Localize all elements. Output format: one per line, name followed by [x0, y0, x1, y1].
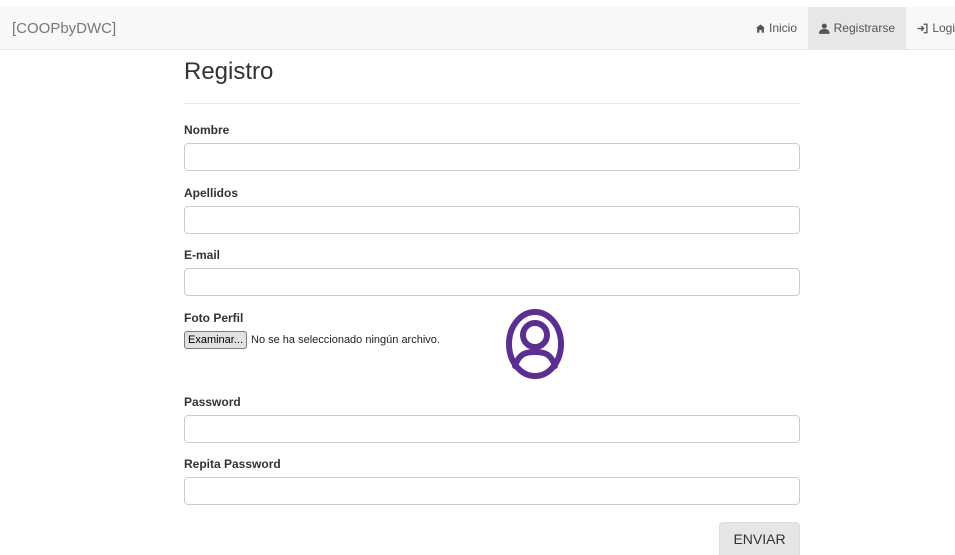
nav-item-label: Logi [932, 21, 955, 35]
home-icon [756, 23, 765, 33]
password-input[interactable] [184, 415, 800, 443]
brand-link[interactable]: [COOPbyDWC] [12, 20, 116, 37]
title-divider [184, 103, 800, 104]
nav-item-inicio[interactable]: Inicio [745, 7, 808, 49]
avatar-placeholder-icon [506, 309, 564, 379]
page-title: Registro [184, 58, 274, 85]
email-input[interactable] [184, 268, 800, 296]
email-label: E-mail [184, 248, 221, 262]
apellidos-label: Apellidos [184, 186, 239, 200]
nav-item-label: Registrarse [833, 21, 895, 35]
user-icon [819, 23, 830, 34]
repita-password-input[interactable] [184, 477, 800, 505]
apellidos-input[interactable] [184, 206, 800, 234]
submit-button[interactable]: ENVIAR [719, 522, 800, 555]
repita-password-label: Repita Password [184, 457, 281, 471]
nav-item-registrarse[interactable]: Registrarse [808, 7, 906, 49]
file-browse-button[interactable]: Examinar... [184, 331, 248, 349]
nav-item-label: Inicio [768, 21, 797, 35]
foto-perfil-label: Foto Perfil [184, 311, 244, 325]
password-label: Password [184, 395, 241, 409]
navbar: [COOPbyDWC] Inicio Registrarse Logi [0, 7, 955, 50]
nombre-input[interactable] [184, 143, 800, 171]
login-icon [917, 23, 928, 33]
nav-item-login[interactable]: Logi [906, 7, 955, 49]
file-status-text: No se ha seleccionado ningún archivo. [251, 334, 440, 346]
nombre-label: Nombre [184, 123, 230, 137]
